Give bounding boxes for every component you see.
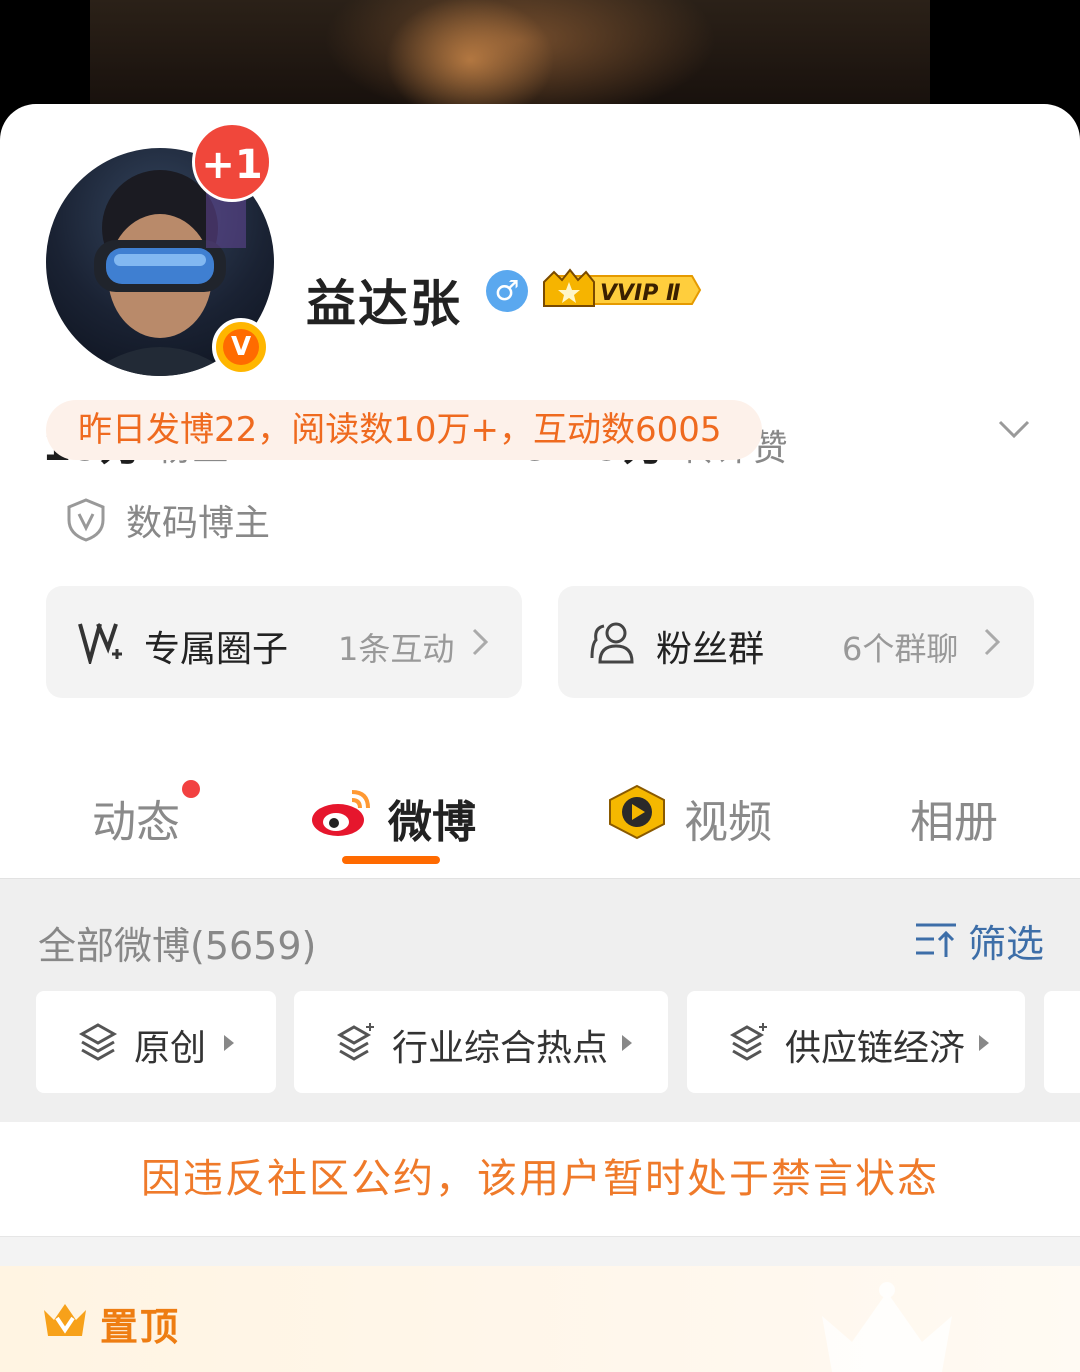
vvip-text: VVIP Ⅱ [600, 281, 681, 306]
video-badge-icon [609, 784, 665, 840]
crown-watermark-icon [822, 1282, 952, 1372]
tab-video[interactable]: 视频 [684, 786, 772, 850]
layers-sparkle-icon [336, 1023, 374, 1061]
chip-next-partial[interactable] [1044, 991, 1080, 1093]
chevron-right-icon [472, 628, 489, 656]
chip-label: 行业综合热点 [392, 1028, 609, 1069]
daily-summary-pill[interactable]: 昨日发博22，阅读数10万+，互动数6005 [46, 400, 762, 460]
fan-group-tile[interactable]: 粉丝群 6个群聊 [558, 586, 1034, 698]
new-notification-badge[interactable]: +1 [192, 122, 272, 202]
chip-supply-chain[interactable]: 供应链经济 [687, 991, 1025, 1093]
pinned-header: 置顶 [0, 1266, 1080, 1372]
tile-title: 专属圈子 [144, 629, 289, 670]
crown-v-icon [44, 1304, 86, 1336]
group-icon [590, 622, 634, 664]
tab-album[interactable]: 相册 [910, 786, 998, 850]
tab-dynamics[interactable]: 动态 [92, 786, 180, 850]
tile-subtitle: 1条互动 [338, 630, 455, 668]
shield-v-icon [67, 498, 105, 542]
verified-letter: V [223, 329, 259, 365]
profile-name: 益达张 [306, 275, 462, 333]
chip-label: 原创 [134, 1028, 207, 1069]
verified-badge: V [212, 318, 270, 376]
exclusive-circle-tile[interactable]: 专属圈子 1条互动 [46, 586, 522, 698]
chevron-right-icon [984, 628, 1001, 656]
tab-label: 微博 [388, 797, 476, 848]
chip-industry-hot[interactable]: 行业综合热点 [294, 991, 668, 1093]
unread-dot [182, 780, 200, 798]
chip-label: 供应链经济 [785, 1028, 966, 1069]
tile-subtitle: 6个群聊 [842, 630, 959, 668]
v-plus-icon [78, 623, 122, 664]
gender-male-icon: ♂ [486, 270, 528, 312]
ban-notice: 因违反社区公约，该用户暂时处于禁言状态 [0, 1122, 1080, 1236]
chevron-down-icon[interactable] [996, 410, 1032, 446]
identity-tag-label: 数码博主 [126, 503, 271, 544]
layers-icon [78, 1023, 118, 1061]
pinned-label: 置顶 [100, 1305, 181, 1349]
active-tab-indicator [342, 856, 440, 864]
chip-arrow-icon [622, 1035, 632, 1051]
filter-icon [916, 923, 956, 957]
tab-weibo[interactable]: 微博 [388, 786, 476, 850]
tab-label: 相册 [910, 797, 998, 848]
filter-label: 筛选 [968, 922, 1045, 966]
section-separator [0, 1236, 1080, 1267]
tab-label: 视频 [684, 797, 772, 848]
chip-arrow-icon [224, 1035, 234, 1051]
profile-tabs: 动态 微博 视频 相册 [0, 770, 1080, 880]
weibo-logo-icon [312, 790, 370, 836]
feed-filter-area: 全部微博(5659) 筛选 原创 行业综合热点 供应链经济 [0, 878, 1080, 1123]
vvip-badge[interactable]: VVIP Ⅱ [542, 268, 702, 312]
chip-arrow-icon [979, 1035, 989, 1051]
tab-label: 动态 [92, 797, 180, 848]
tile-title: 粉丝群 [656, 629, 765, 670]
layers-sparkle-icon [729, 1023, 767, 1061]
all-weibo-count: 全部微博(5659) [38, 924, 317, 968]
chip-original[interactable]: 原创 [36, 991, 276, 1093]
